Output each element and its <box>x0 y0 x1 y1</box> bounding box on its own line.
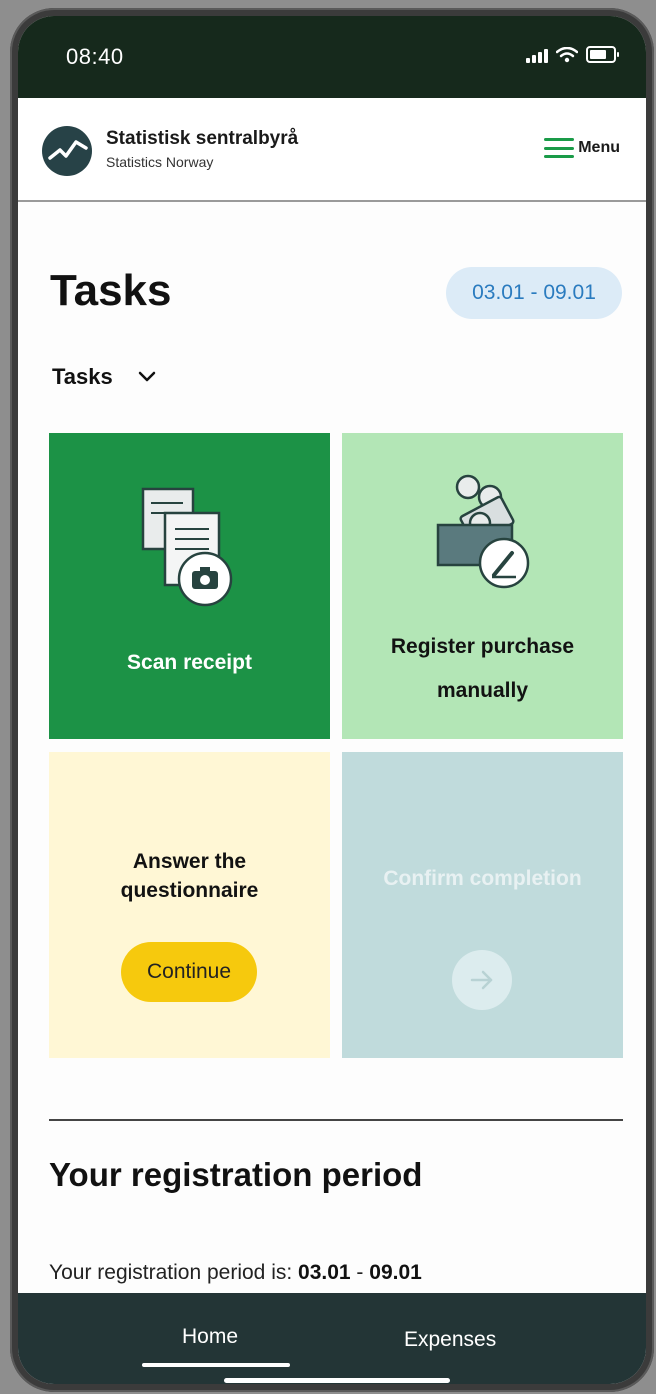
confirm-arrow-button <box>452 950 512 1010</box>
registration-text-prefix: Your registration period is: <box>49 1261 299 1284</box>
register-purchase-label: Register purchase manually <box>390 635 575 702</box>
home-indicator <box>224 1378 450 1383</box>
brand-subtitle: Statistics Norway <box>106 154 214 170</box>
register-purchase-tile[interactable]: Register purchase manually <box>342 433 623 739</box>
confirm-completion-label: Confirm completion <box>383 867 582 890</box>
arrow-right-icon <box>470 970 493 990</box>
phone-screen: 08:40 Statistisk sentralbyrå Statistics … <box>18 16 646 1384</box>
hamburger-icon <box>544 138 575 158</box>
wifi-icon <box>556 47 578 63</box>
phone-frame: 08:40 Statistisk sentralbyrå Statistics … <box>10 8 654 1392</box>
scan-receipt-tile[interactable]: Scan receipt <box>49 433 330 739</box>
nav-home[interactable]: Home <box>182 1325 238 1349</box>
ssb-logo-icon <box>42 126 92 176</box>
scan-receipt-label: Scan receipt <box>127 651 252 674</box>
confirm-completion-tile: Confirm completion <box>342 752 623 1058</box>
questionnaire-label: Answer the questionnaire <box>120 850 259 902</box>
wallet-edit-icon <box>436 474 530 589</box>
app-header: Statistisk sentralbyrå Statistics Norway… <box>18 98 646 202</box>
tasks-dropdown-label: Tasks <box>52 364 113 389</box>
page-title: Tasks <box>50 266 172 315</box>
menu-label: Menu <box>578 139 620 156</box>
nav-expenses[interactable]: Expenses <box>404 1328 496 1352</box>
registration-end: 09.01 <box>369 1261 422 1284</box>
continue-button[interactable]: Continue <box>121 942 257 1002</box>
signal-icon <box>526 47 548 63</box>
bottom-nav: Home Expenses <box>18 1293 646 1384</box>
registration-title: Your registration period <box>49 1156 423 1193</box>
receipt-camera-icon <box>141 487 233 607</box>
section-divider <box>49 1119 623 1121</box>
brand: Statistisk sentralbyrå Statistics Norway <box>106 128 298 170</box>
battery-icon <box>586 46 619 63</box>
questionnaire-tile[interactable]: Answer the questionnaire Continue <box>49 752 330 1058</box>
registration-text: Your registration period is: 03.01 - 09.… <box>49 1261 422 1285</box>
menu-button[interactable]: Menu <box>544 138 620 158</box>
registration-start: 03.01 <box>298 1261 351 1284</box>
status-icons <box>526 46 619 63</box>
status-time: 08:40 <box>66 44 124 69</box>
brand-name: Statistisk sentralbyrå <box>106 128 299 149</box>
registration-separator: - <box>350 1261 370 1284</box>
status-bar: 08:40 <box>18 16 646 98</box>
nav-active-indicator <box>142 1363 290 1367</box>
chevron-down-icon <box>138 371 155 382</box>
date-range-badge[interactable]: 03.01 - 09.01 <box>446 267 622 319</box>
tasks-dropdown[interactable]: Tasks <box>52 364 157 390</box>
